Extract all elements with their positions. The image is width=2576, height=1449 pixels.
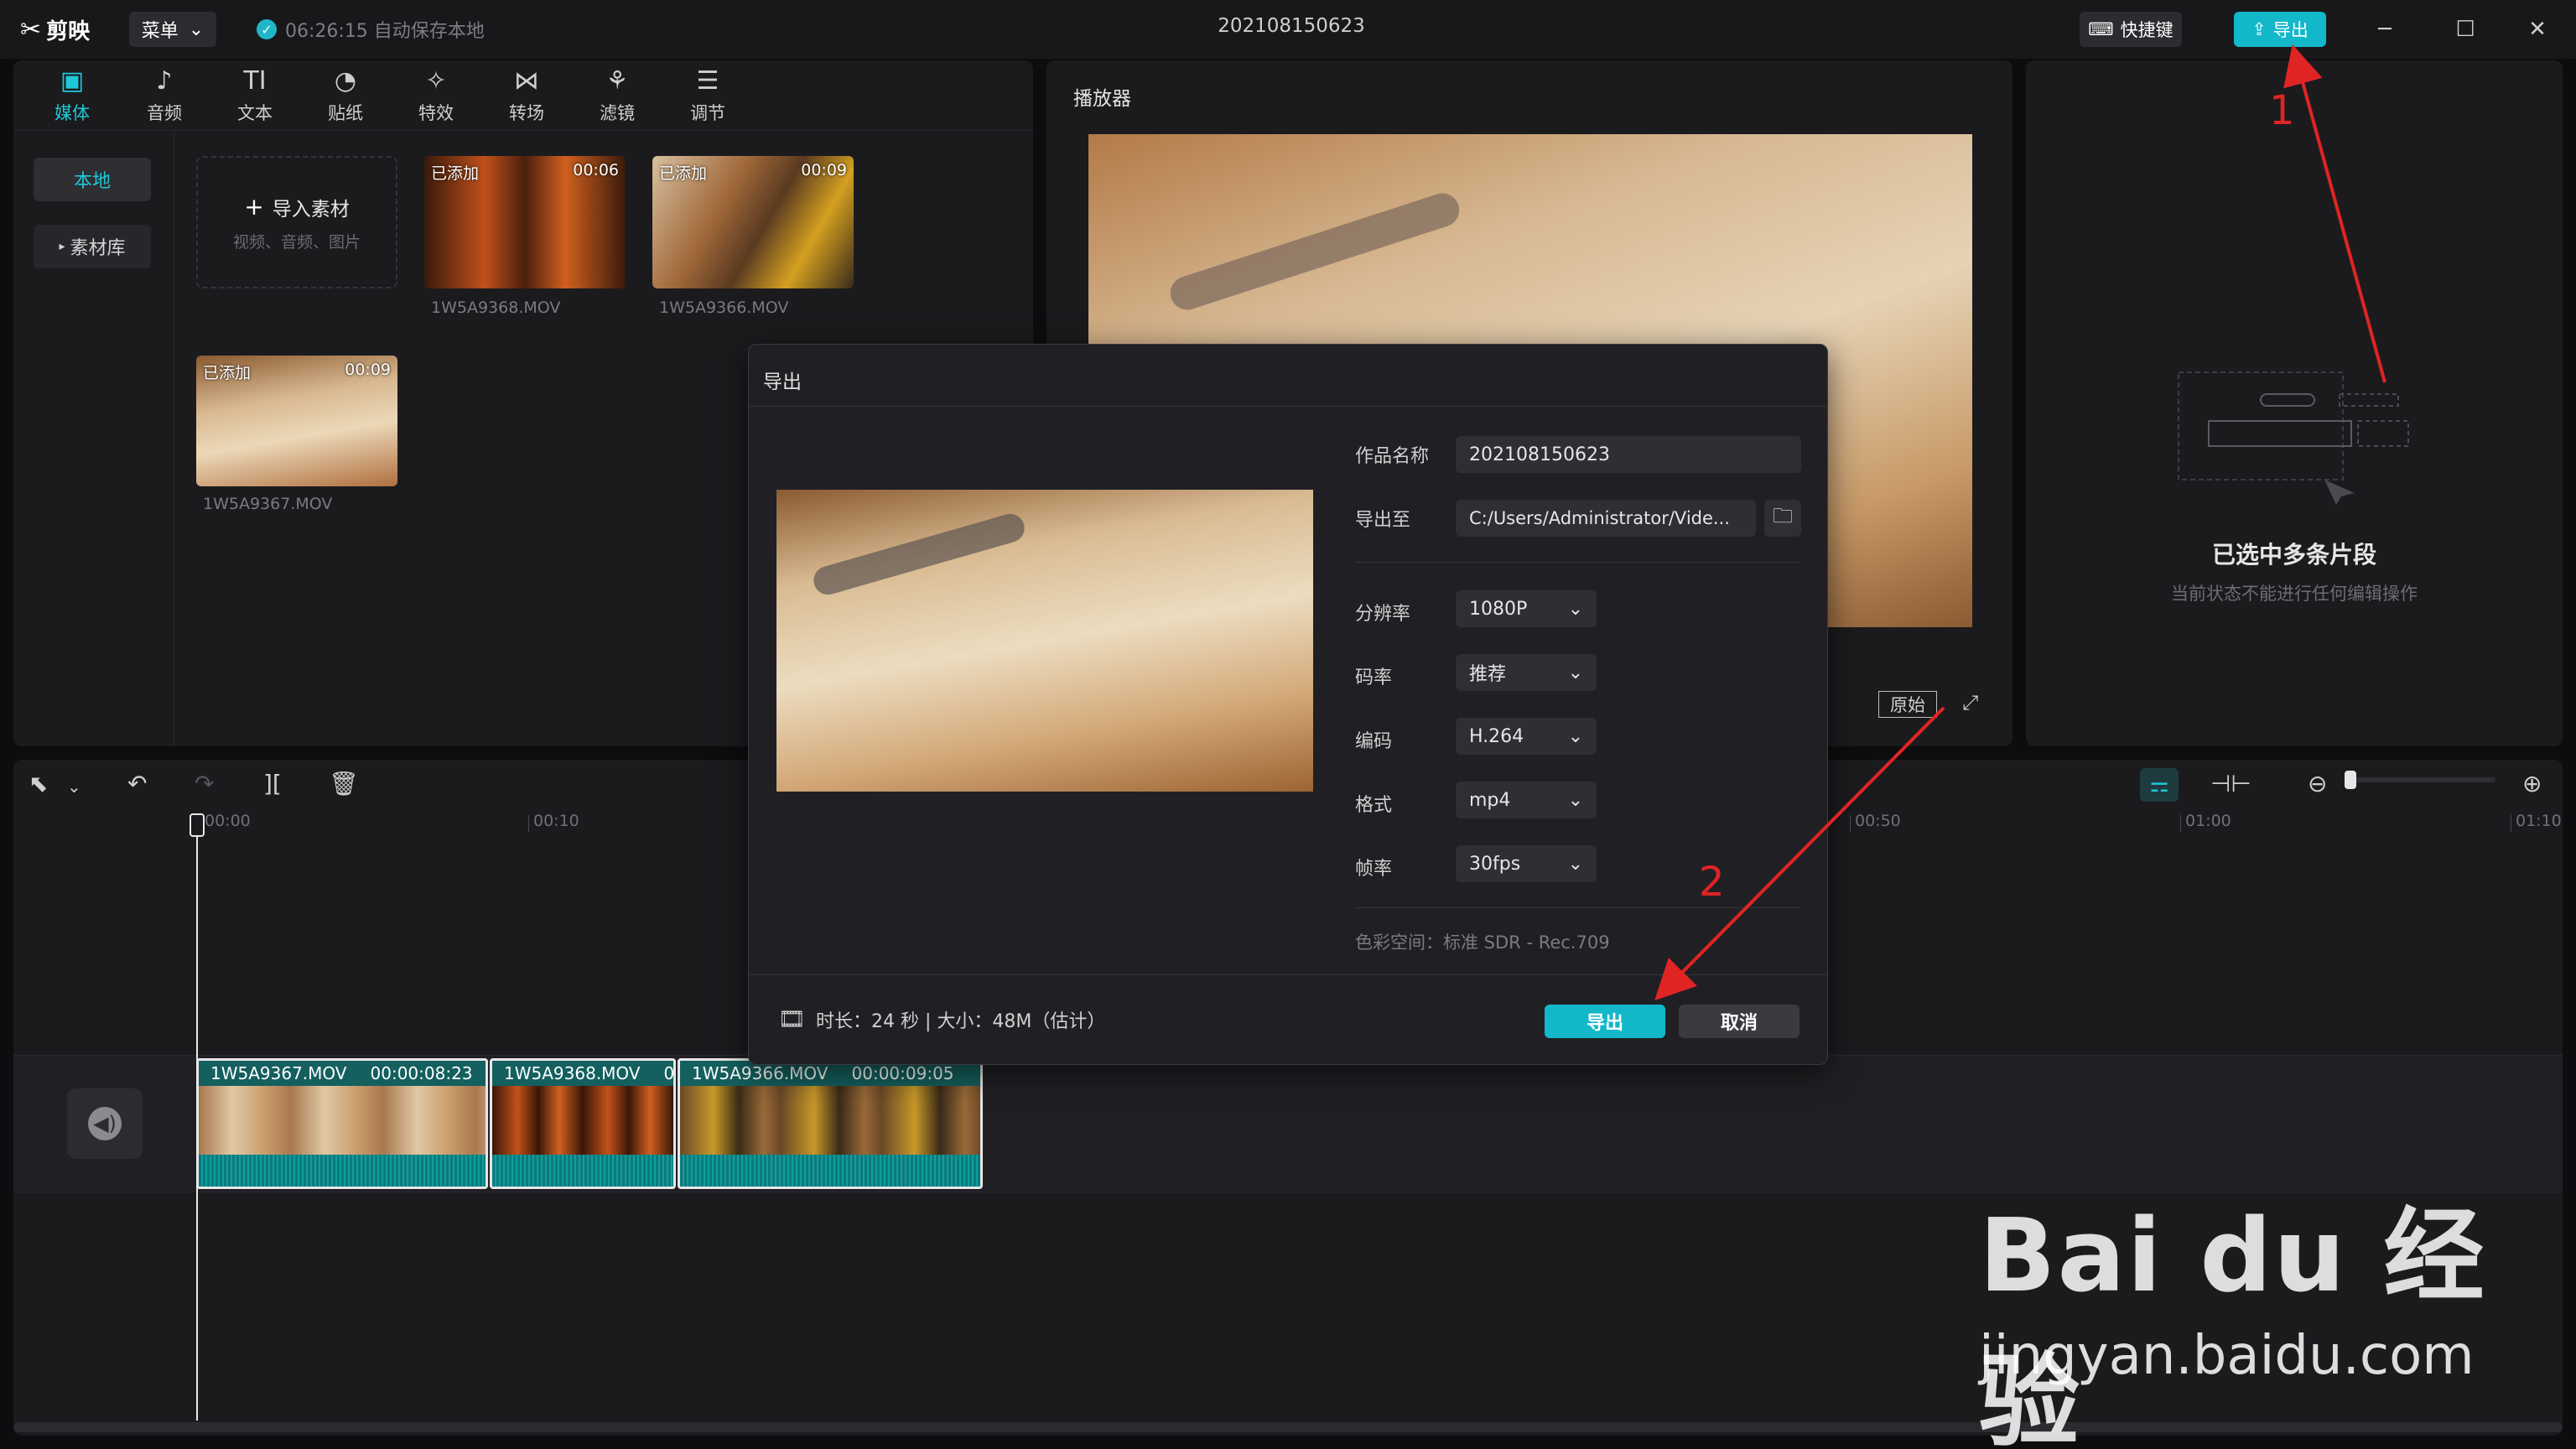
baidu-watermark-url: jingyan.baidu.com (1979, 1325, 2475, 1387)
annotation-arrow-1 (2283, 44, 2386, 383)
baidu-watermark-logo: Bai du 经验 (1979, 1198, 2486, 1449)
annotation-step-1: 1 (2269, 87, 2295, 134)
annotation-arrow-2 (1654, 706, 1945, 1001)
annotation-step-2: 2 (1699, 859, 1725, 906)
